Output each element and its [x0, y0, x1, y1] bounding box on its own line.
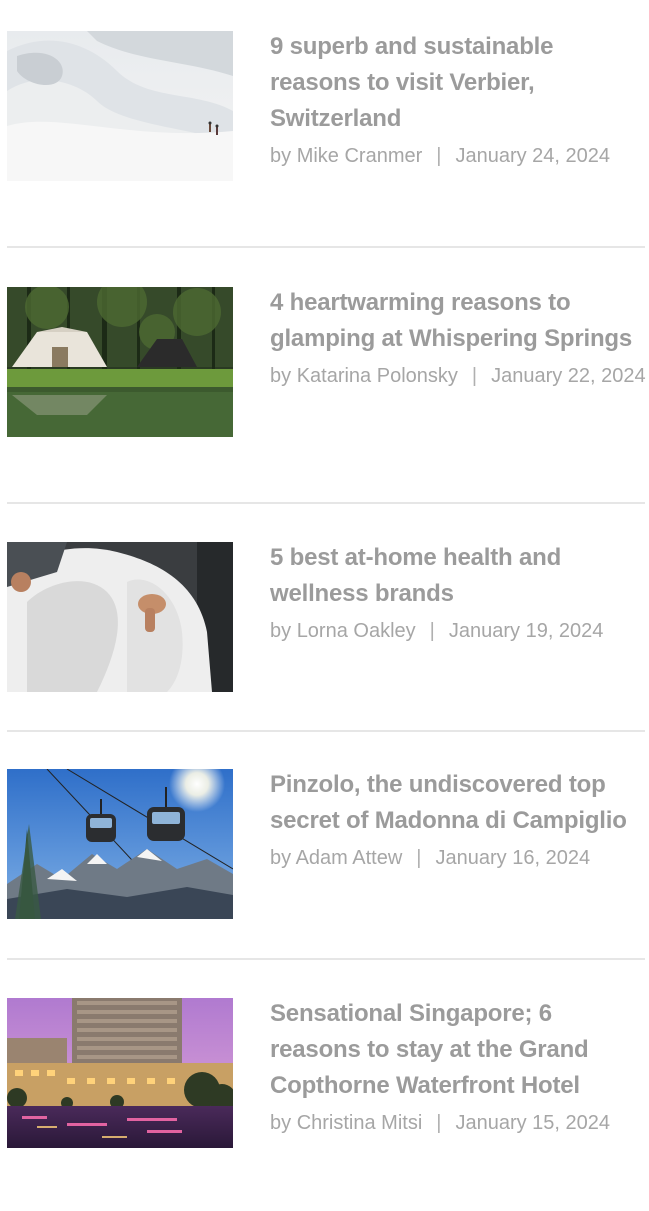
post-title-link[interactable]: 5 best at-home health and wellness brand…: [270, 540, 648, 612]
post-meta: by Adam Attew | January 16, 2024: [270, 843, 648, 873]
post-title-link[interactable]: Sensational Singapore; 6 reasons to stay…: [270, 996, 648, 1104]
post-date: January 16, 2024: [435, 847, 591, 869]
post-date: January 19, 2024: [448, 620, 604, 642]
divider: [7, 958, 645, 960]
post-meta: by Mike Cranmer | January 24, 2024: [270, 141, 648, 171]
ski-slope-image: [7, 31, 233, 181]
post-date: January 22, 2024: [491, 365, 646, 387]
post-text: Pinzolo, the undiscovered top secret of …: [270, 767, 648, 873]
post-thumbnail[interactable]: [7, 542, 233, 692]
by-label: by: [270, 1112, 292, 1134]
author-link[interactable]: Katarina Polonsky: [297, 365, 458, 387]
post-title-link[interactable]: 4 heartwarming reasons to glamping at Wh…: [270, 285, 648, 357]
post-text: 5 best at-home health and wellness brand…: [270, 540, 648, 646]
post-date: January 15, 2024: [455, 1112, 611, 1134]
post-meta: by Lorna Oakley | January 19, 2024: [270, 616, 648, 646]
post-text: 9 superb and sustainable reasons to visi…: [270, 29, 648, 171]
cable-car-mountains-image: [7, 769, 233, 919]
post-meta: by Christina Mitsi | January 15, 2024: [270, 1108, 648, 1138]
by-label: by: [270, 847, 292, 869]
by-label: by: [270, 145, 292, 167]
divider: [7, 502, 645, 504]
author-link[interactable]: Adam Attew: [296, 847, 403, 869]
author-link[interactable]: Mike Cranmer: [297, 145, 423, 167]
bathrobe-meditation-image: [7, 542, 233, 692]
meta-separator: |: [436, 1112, 442, 1134]
meta-separator: |: [429, 620, 435, 642]
author-link[interactable]: Christina Mitsi: [297, 1112, 423, 1134]
glamping-tent-image: [7, 287, 233, 437]
post-thumbnail[interactable]: [7, 287, 233, 437]
post-title-link[interactable]: 9 superb and sustainable reasons to visi…: [270, 29, 648, 137]
post-date: January 24, 2024: [455, 145, 611, 167]
post-text: 4 heartwarming reasons to glamping at Wh…: [270, 285, 648, 391]
post-text: Sensational Singapore; 6 reasons to stay…: [270, 996, 648, 1138]
post-thumbnail[interactable]: [7, 769, 233, 919]
by-label: by: [270, 620, 292, 642]
meta-separator: |: [471, 365, 478, 387]
post-title-link[interactable]: Pinzolo, the undiscovered top secret of …: [270, 767, 648, 839]
meta-separator: |: [416, 847, 422, 869]
divider: [7, 730, 645, 732]
post-meta: by Katarina Polonsky | January 22, 2024: [270, 361, 648, 391]
singapore-hotel-image: [7, 998, 233, 1148]
divider: [7, 246, 645, 248]
meta-separator: |: [436, 145, 442, 167]
post-thumbnail[interactable]: [7, 31, 233, 181]
post-thumbnail[interactable]: [7, 998, 233, 1148]
by-label: by: [270, 365, 292, 387]
author-link[interactable]: Lorna Oakley: [297, 620, 416, 642]
